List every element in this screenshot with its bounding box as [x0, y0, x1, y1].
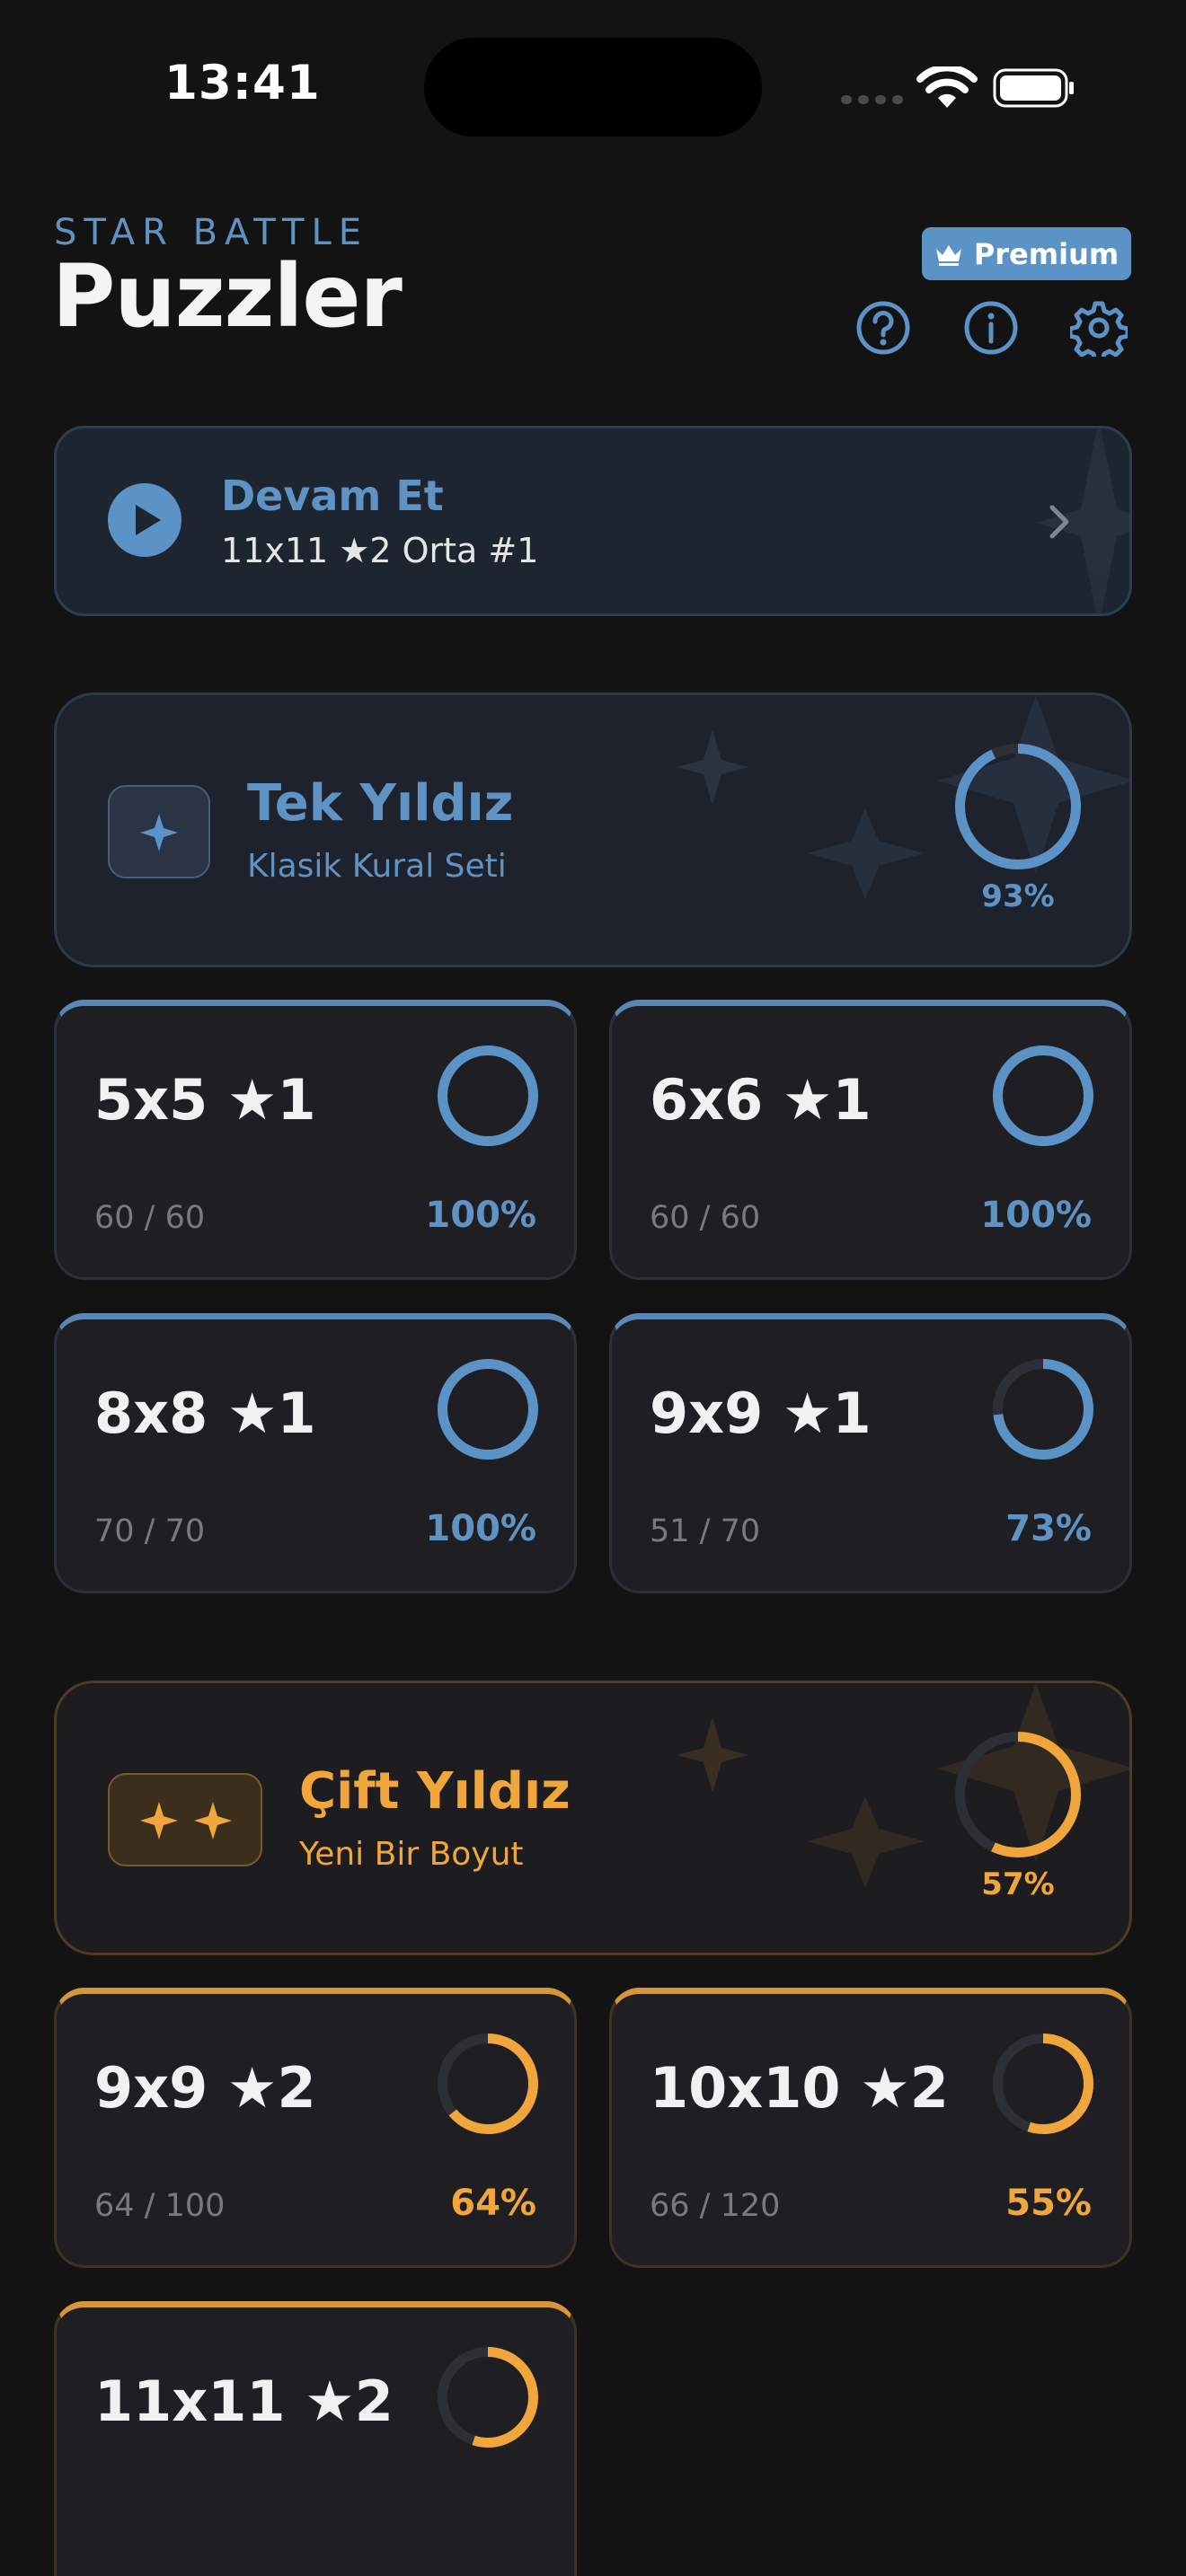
- level-count: 66 / 120: [650, 2188, 781, 2224]
- double-star-badge: [108, 1773, 262, 1866]
- play-icon: [108, 483, 181, 557]
- question-circle-icon[interactable]: [854, 299, 912, 357]
- chevron-right-icon: [1049, 505, 1069, 539]
- level-percent: 100%: [425, 1508, 536, 1549]
- section-title: Çift Yıldız: [299, 1762, 571, 1821]
- level-title: 6x6 ★1: [650, 1067, 872, 1133]
- four-point-star-icon: [140, 814, 178, 851]
- dynamic-island: [424, 38, 762, 137]
- level-card[interactable]: 9x9 ★1 51 / 70 73%: [609, 1313, 1132, 1593]
- level-title: 10x10 ★2: [650, 2055, 949, 2121]
- section-title: Tek Yıldız: [247, 774, 514, 833]
- two-star-icon: [140, 1802, 178, 1839]
- premium-label: Premium: [973, 236, 1120, 271]
- ring-progress: [993, 1045, 1093, 1146]
- level-card[interactable]: 6x6 ★1 60 / 60 100%: [609, 1000, 1132, 1280]
- level-progress-ring: [438, 1359, 538, 1460]
- ring-progress: [955, 744, 1081, 869]
- section-double-star[interactable]: Çift Yıldız Yeni Bir Boyut 57%: [54, 1681, 1132, 1955]
- continue-card[interactable]: Devam Et 11x11 ★2 Orta #1: [54, 426, 1132, 616]
- level-progress-ring: [438, 1045, 538, 1146]
- level-card[interactable]: 9x9 ★2 64 / 100 64%: [54, 1988, 577, 2268]
- level-percent: 73%: [1005, 1508, 1092, 1549]
- level-card[interactable]: 8x8 ★1 70 / 70 100%: [54, 1313, 577, 1593]
- status-time: 13:41: [164, 56, 321, 110]
- section-subtitle: Klasik Kural Seti: [247, 848, 507, 885]
- level-count: 60 / 60: [650, 1200, 761, 1236]
- info-circle-icon[interactable]: [962, 299, 1020, 357]
- level-card[interactable]: 10x10 ★2 66 / 120 55%: [609, 1988, 1132, 2268]
- level-title: 5x5 ★1: [94, 1067, 316, 1133]
- level-percent: 100%: [980, 1195, 1092, 1236]
- level-count: 70 / 70: [94, 1513, 206, 1549]
- battery-icon: [993, 68, 1074, 108]
- level-percent: 100%: [425, 1195, 536, 1236]
- crown-icon: [935, 244, 961, 266]
- level-progress-ring: [993, 2033, 1093, 2134]
- single-star-badge: [108, 785, 210, 878]
- level-progress-ring: [993, 1045, 1093, 1146]
- section-subtitle: Yeni Bir Boyut: [299, 1836, 524, 1873]
- level-count: 64 / 100: [94, 2188, 226, 2224]
- page-title: Puzzler: [52, 246, 403, 347]
- level-card[interactable]: 11x11 ★2: [54, 2301, 577, 2576]
- level-title: 9x9 ★1: [650, 1381, 872, 1446]
- section-progress-ring: [955, 744, 1081, 869]
- continue-title: Devam Et: [221, 472, 444, 520]
- level-title: 11x11 ★2: [94, 2369, 394, 2434]
- wifi-icon: [916, 66, 978, 108]
- level-title: 8x8 ★1: [94, 1381, 316, 1446]
- premium-button[interactable]: Premium: [922, 227, 1131, 280]
- level-count: 60 / 60: [94, 1200, 206, 1236]
- ring-progress: [438, 1045, 538, 1146]
- continue-subtitle: 11x11 ★2 Orta #1: [221, 531, 539, 570]
- home-screen: 13:41 STAR BATTLE Puzzler Premium Devam …: [0, 0, 1186, 2576]
- cellular-signal-icon: [841, 95, 903, 104]
- level-progress-ring: [993, 1359, 1093, 1460]
- section-percent: 93%: [981, 878, 1055, 914]
- section-single-star[interactable]: Tek Yıldız Klasik Kural Seti 93%: [54, 693, 1132, 967]
- level-percent: 55%: [1005, 2183, 1092, 2224]
- level-count: 51 / 70: [650, 1513, 761, 1549]
- section-progress-ring: [955, 1732, 1081, 1857]
- two-star-icon: [194, 1802, 232, 1839]
- section-percent: 57%: [981, 1866, 1055, 1902]
- level-progress-ring: [438, 2033, 538, 2134]
- ring-progress: [438, 1359, 538, 1460]
- level-progress-ring: [438, 2347, 538, 2448]
- level-percent: 64%: [450, 2183, 536, 2224]
- level-card[interactable]: 5x5 ★1 60 / 60 100%: [54, 1000, 577, 1280]
- level-title: 9x9 ★2: [94, 2055, 316, 2121]
- gear-icon[interactable]: [1070, 299, 1128, 357]
